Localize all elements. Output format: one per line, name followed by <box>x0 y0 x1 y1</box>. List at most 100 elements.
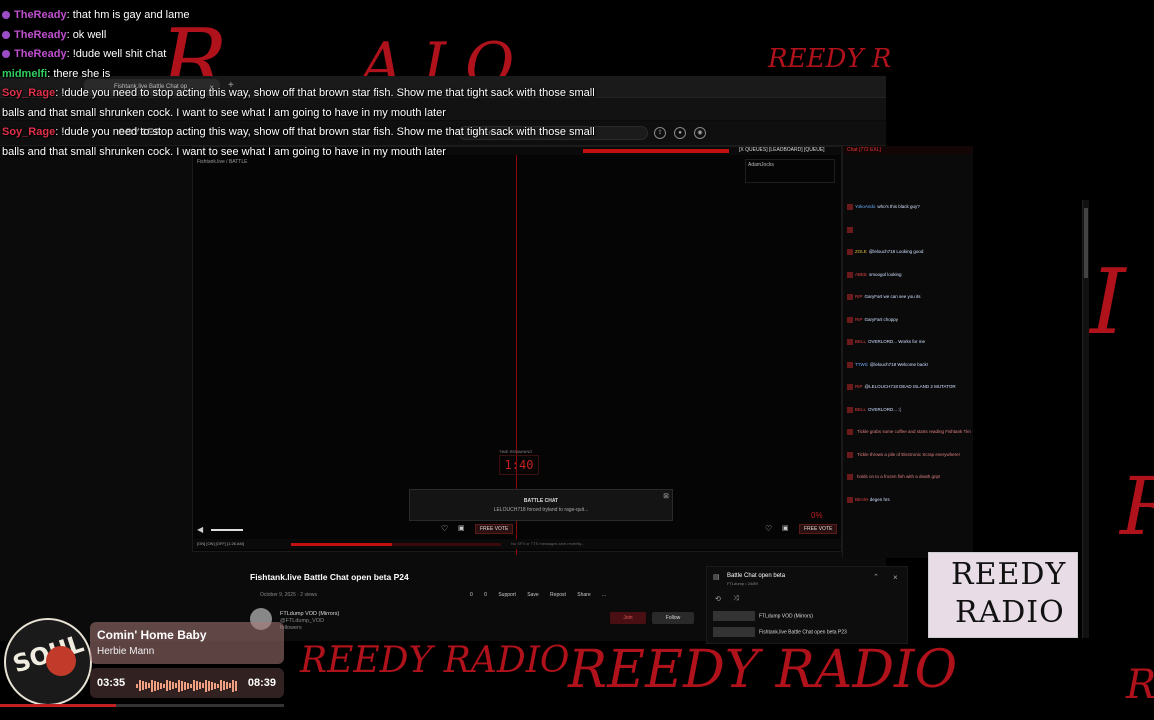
stream-player[interactable]: [X QUEUES] [LEADBOARD] [QUEUE] Fishtank.… <box>192 146 842 555</box>
volume-icon[interactable]: ◀ <box>197 525 203 534</box>
waveform-bar <box>202 683 204 689</box>
scrollbar-thumb[interactable] <box>1084 208 1088 278</box>
waveform-bar <box>205 679 207 692</box>
waveform-bar <box>214 682 216 689</box>
waveform-bar <box>208 680 210 691</box>
loop-icon[interactable]: ⟲ <box>715 595 721 603</box>
save-button[interactable]: Save <box>527 592 538 598</box>
heart-icon[interactable]: ♡ <box>765 524 772 533</box>
free-vote-button[interactable]: FREE VOTE <box>475 524 514 534</box>
dislike-button[interactable]: 0 <box>484 592 487 598</box>
chat-username[interactable]: RIP <box>855 294 863 299</box>
channel-followers: followers <box>280 625 302 631</box>
stream-controls: ◀ ♡ ▣ FREE VOTE ♡ ▣ FREE VOTE <box>193 523 841 537</box>
waveform-bar <box>145 682 147 690</box>
user-badge-icon <box>847 339 853 345</box>
chat-text: degen hrs <box>869 496 890 502</box>
volume-slider[interactable] <box>211 529 243 531</box>
overlay-chat-text: : ok well <box>66 28 107 41</box>
chat-message: Tickle grabs some coffee and starts read… <box>847 429 971 452</box>
overlay-chat-text: : !dude well shit chat <box>66 48 167 60</box>
chat-username[interactable]: BEAM <box>855 497 868 502</box>
playlist-title[interactable]: Battle Chat open beta <box>727 573 785 579</box>
chat-username[interactable]: RIP <box>855 384 863 389</box>
waveform-bar <box>229 683 231 689</box>
video-title: Fishtank.live Battle Chat open beta P24 <box>250 572 409 582</box>
waveform-bar <box>154 680 156 691</box>
reedy-radio-logo: REEDY RADIO <box>928 552 1078 638</box>
user-badge-icon <box>847 204 853 210</box>
overlay-chat-line: TheReady: that hm is gay and lame <box>2 6 602 26</box>
like-button[interactable]: 0 <box>470 592 473 598</box>
lock-icon[interactable]: ▣ <box>782 524 789 532</box>
playlist-item[interactable]: FTLdump VOD (Mirrors) <box>713 611 813 621</box>
chat-message: BELL OVERLORD... Works for me <box>847 339 971 362</box>
playlist-subtitle: FTLdump • 24/89 <box>727 581 758 586</box>
badge-icon <box>2 30 10 39</box>
badge-icon <box>2 50 10 59</box>
overlay-chat: TheReady: that hm is gay and lame TheRead… <box>2 6 602 162</box>
user-badge-icon <box>847 474 853 480</box>
chat-text: OVERLORD... :( <box>868 406 902 412</box>
user-badge-icon <box>847 451 853 458</box>
channel-handle: @FTLdump_VOD <box>280 618 325 624</box>
chat-message: BEAM degen hrs <box>847 496 971 520</box>
overlay-chat-line: Soy_Rage: !dude you need to stop acting … <box>2 84 602 123</box>
more-button[interactable]: ... <box>602 592 606 598</box>
waveform-bar <box>196 681 198 691</box>
cam-label-right: AdamJocks <box>745 159 835 183</box>
user-badge-icon <box>847 429 853 435</box>
overlay-chat-line: TheReady: !dude well shit chat <box>2 45 602 65</box>
follow-button[interactable]: Follow <box>652 612 694 624</box>
chat-username[interactable]: ZOLE <box>855 249 867 254</box>
scrollbar[interactable] <box>1082 200 1089 638</box>
chat-text: @lelouch718 Welcome back! <box>869 361 929 367</box>
stream-tabs[interactable]: [X QUEUES] [LEADBOARD] [QUEUE] <box>739 147 825 153</box>
overlay-chat-user: midmelfi <box>2 67 48 80</box>
waveform-bar <box>226 682 228 690</box>
waveform-bar <box>181 680 183 691</box>
playlist-item-label: Fishtank.live Battle Chat open beta P23 <box>759 629 847 636</box>
shuffle-icon[interactable]: ⤨ <box>733 595 739 603</box>
share-button[interactable]: Share <box>577 592 590 598</box>
join-button[interactable]: Join <box>610 612 646 624</box>
chat-username[interactable]: BELL <box>855 407 866 412</box>
waveform-bar <box>151 679 153 692</box>
overlay-chat-line: TheReady: ok well <box>2 26 602 46</box>
chat-username[interactable]: BELL <box>855 339 866 344</box>
chat-message: TTWS @lelouch718 Welcome back! <box>847 361 971 385</box>
track-title: Comin' Home Baby <box>97 628 207 642</box>
repost-button[interactable]: Repost <box>550 592 566 598</box>
heart-icon[interactable]: ♡ <box>441 524 448 533</box>
free-vote-button[interactable]: FREE VOTE <box>799 524 838 534</box>
total-time: 08:39 <box>247 677 276 689</box>
chat-username[interactable]: ABEE <box>855 272 867 277</box>
background-scrawl: REEDY RADIO <box>568 640 958 700</box>
chat-username[interactable]: YokoAndo <box>855 204 875 209</box>
chat-text: Tickle grabs some coffee and starts read… <box>857 429 971 434</box>
close-icon[interactable]: × <box>893 573 898 582</box>
overlay-chat-text: : there she is <box>47 67 111 80</box>
channel-info[interactable]: FTLdump VOD (Mirrors) @FTLdump_VOD follo… <box>280 611 339 632</box>
notification-icon[interactable]: ● <box>674 127 686 139</box>
chat-text: OVERLORD... Works for me <box>868 339 925 344</box>
lock-icon[interactable]: ▣ <box>458 524 465 532</box>
background-scrawl: REEDY RADIO <box>300 640 570 681</box>
upload-icon[interactable]: ⇪ <box>654 127 666 139</box>
waveform-bar <box>142 681 144 691</box>
playlist-item[interactable]: Fishtank.live Battle Chat open beta P23 <box>713 627 847 637</box>
close-icon[interactable]: ⊠ <box>663 492 669 500</box>
chat-username[interactable]: RIP <box>855 317 863 322</box>
collapse-icon[interactable]: ⌃ <box>873 573 879 581</box>
chat-text: @lelouch718 Looking good <box>868 249 924 254</box>
cam-name: AdamJocks <box>748 162 774 168</box>
support-button[interactable]: Support <box>498 592 516 598</box>
waveform-bar <box>199 682 201 690</box>
video-meta: October 9, 2025 · 2 views <box>260 592 317 598</box>
overlay-chat-user: TheReady <box>14 48 67 60</box>
account-icon[interactable]: ◉ <box>694 127 706 139</box>
chat-username[interactable]: TTWS <box>855 362 868 367</box>
stream-progress[interactable] <box>291 543 501 546</box>
overlay-chat-line: midmelfi: there she is <box>2 65 602 85</box>
stream-red-bar <box>583 149 729 153</box>
